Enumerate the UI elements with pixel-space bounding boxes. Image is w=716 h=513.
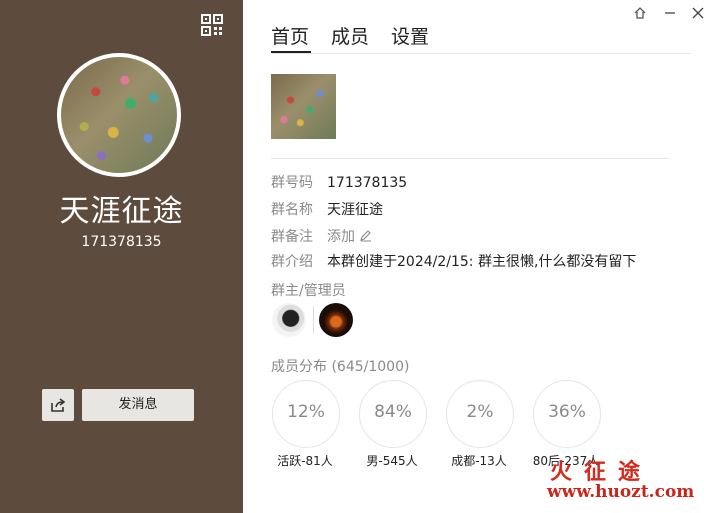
group-remark-row: 群备注 添加: [271, 226, 372, 246]
member-distribution-label: 成员分布 (645/1000): [271, 359, 410, 375]
stat-age-percent: 36%: [548, 402, 586, 422]
stat-active-circle[interactable]: 12%: [272, 380, 340, 448]
send-message-button[interactable]: 发消息: [82, 389, 194, 421]
stat-active-percent: 12%: [287, 402, 325, 422]
tab-home[interactable]: 首页: [271, 22, 309, 49]
watermark-url: www.huozt.com: [547, 482, 695, 502]
profile-sidebar: 天涯征途 171378135 发消息: [0, 0, 243, 513]
qr-code-icon[interactable]: [200, 13, 224, 37]
stat-city-percent: 2%: [466, 402, 494, 422]
group-name-value: 天涯征途: [327, 202, 383, 218]
share-icon: [51, 398, 66, 412]
group-name-label: 群名称: [271, 202, 313, 218]
admin-separator: [313, 306, 314, 334]
group-intro-value: 本群创建于2024/2/15: 群主很懒,什么都没有留下: [327, 254, 637, 270]
group-intro-row: 群介绍 本群创建于2024/2/15: 群主很懒,什么都没有留下: [271, 251, 636, 271]
owner-avatar[interactable]: [272, 303, 306, 337]
group-number-row: 群号码 171378135: [271, 172, 407, 192]
tab-members[interactable]: 成员: [331, 22, 369, 49]
group-number-label: 群号码: [271, 175, 313, 191]
stat-male-circle[interactable]: 84%: [359, 380, 427, 448]
divider: [271, 53, 691, 54]
stat-age-circle[interactable]: 36%: [533, 380, 601, 448]
group-name-title: 天涯征途: [59, 194, 184, 229]
group-avatar-image: [61, 57, 177, 173]
divider: [271, 158, 669, 159]
minimize-icon[interactable]: [661, 4, 679, 22]
stat-city-caption: 成都-13人: [451, 454, 507, 468]
group-avatar[interactable]: [57, 53, 181, 177]
stat-male-percent: 84%: [374, 402, 412, 422]
stat-city-circle[interactable]: 2%: [446, 380, 514, 448]
add-remark-link[interactable]: 添加: [327, 229, 372, 245]
add-remark-text: 添加: [327, 229, 355, 245]
stat-active-caption: 活跃-81人: [277, 454, 333, 468]
group-id-text: 171378135: [81, 234, 162, 250]
close-icon[interactable]: [689, 4, 707, 22]
group-intro-label: 群介绍: [271, 254, 313, 270]
pin-icon[interactable]: [631, 4, 649, 22]
edit-icon: [360, 230, 372, 242]
share-button[interactable]: [42, 389, 74, 421]
group-remark-label: 群备注: [271, 229, 313, 245]
admin-avatar[interactable]: [319, 303, 353, 337]
stat-male-caption: 男-545人: [366, 454, 418, 468]
tab-settings[interactable]: 设置: [391, 22, 429, 49]
group-cover-image[interactable]: [271, 74, 336, 139]
group-name-row: 群名称 天涯征途: [271, 199, 383, 219]
group-number-value: 171378135: [327, 175, 408, 191]
admins-label: 群主/管理员: [271, 283, 346, 299]
